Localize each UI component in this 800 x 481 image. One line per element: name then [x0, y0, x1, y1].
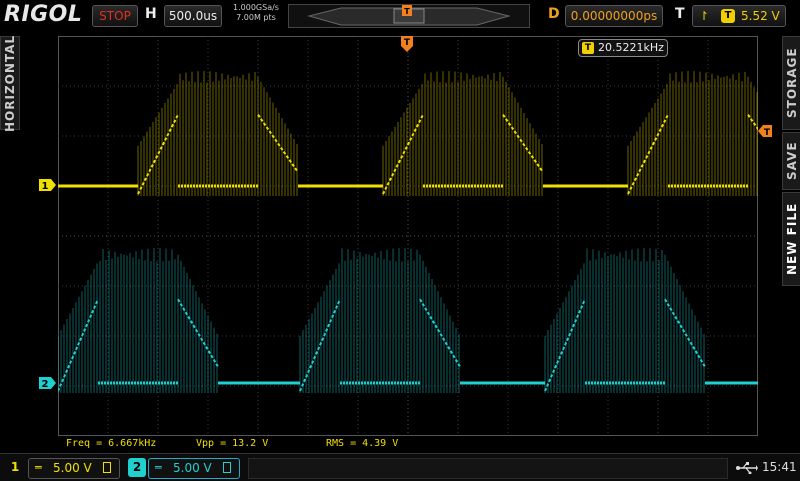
trigger-frequency: 20.5221kHz	[598, 41, 664, 54]
delay-value[interactable]: 0.00000000ps	[565, 5, 663, 27]
measurement-frequency: Freq = 6.667kHz	[66, 438, 157, 449]
channel-1-ground-marker[interactable]: 1	[38, 178, 56, 192]
new-file-menu-tab[interactable]: NEW FILE	[782, 192, 800, 286]
measurement-rms: RMS = 4.39 V	[326, 438, 399, 449]
memory-depth: 7.00M pts	[236, 13, 276, 22]
dc-coupling-icon: ═	[35, 461, 42, 474]
burst-envelope	[58, 248, 218, 393]
dc-coupling-icon: ═	[155, 461, 162, 474]
sample-rate: 1.000GSa/s	[233, 3, 279, 12]
channel-2-settings[interactable]: ═ 5.00 V	[148, 458, 240, 479]
horizontal-label: H	[145, 6, 157, 22]
channel-2-bandwidth-icon	[223, 462, 231, 473]
channel-1-scale: 5.00 V	[53, 461, 92, 475]
bottom-empty-area	[248, 458, 728, 479]
trigger-settings[interactable]: ↾ T 5.52 V	[692, 5, 786, 27]
trigger-position-marker[interactable]: T	[400, 36, 414, 52]
trigger-freq-badge: T	[582, 42, 594, 54]
channel-status-bar: 1 ═ 5.00 V 2 ═ 5.00 V 15:41	[0, 453, 800, 481]
delay-label: D	[548, 6, 560, 22]
channel-1-settings[interactable]: ═ 5.00 V	[28, 458, 120, 479]
burst-envelope	[137, 71, 298, 196]
trigger-source-badge: T	[721, 9, 735, 23]
svg-text:T: T	[764, 128, 771, 137]
rigol-logo: RIGOL	[4, 2, 83, 27]
svg-text:T: T	[404, 7, 410, 16]
measurement-vpp: Vpp = 13.2 V	[196, 438, 269, 449]
channel-2-number[interactable]: 2	[128, 458, 146, 477]
trigger-frequency-readout: T 20.5221kHz	[578, 39, 668, 57]
channel-1-number[interactable]: 1	[6, 458, 24, 477]
svg-text:T: T	[404, 38, 411, 48]
system-clock: 15:41	[762, 460, 797, 474]
channel-2-scale: 5.00 V	[173, 461, 212, 475]
burst-envelope	[544, 248, 705, 393]
trigger-level: 5.52 V	[741, 9, 780, 23]
storage-menu-tab[interactable]: STORAGE	[782, 36, 800, 130]
memory-bar-graphic: T	[307, 5, 511, 26]
acquisition-info: 1.000GSa/s 7.00M pts	[228, 3, 284, 23]
timebase-value[interactable]: 500.0us	[164, 5, 222, 27]
horizontal-menu-tab[interactable]: HORIZONTAL	[0, 34, 20, 132]
trigger-level-marker[interactable]: T	[758, 125, 774, 137]
burst-envelope	[299, 248, 460, 393]
waveform-display[interactable]	[58, 36, 758, 436]
burst-envelope	[382, 71, 543, 196]
measurement-bar: Freq = 6.667kHz Vpp = 13.2 V RMS = 4.39 …	[0, 437, 800, 453]
run-stop-status[interactable]: STOP	[92, 5, 138, 27]
channel-1-bandwidth-icon	[103, 462, 111, 473]
channel-2-ground-marker[interactable]: 2	[38, 376, 56, 390]
channel-1-waveform	[58, 71, 758, 196]
channel-2-waveform	[58, 248, 758, 393]
burst-envelope	[627, 71, 758, 196]
svg-text:1: 1	[42, 181, 49, 192]
trigger-label: T	[675, 6, 685, 22]
save-menu-tab[interactable]: SAVE	[782, 132, 800, 190]
svg-text:2: 2	[42, 379, 49, 390]
trigger-edge-icon: ↾	[699, 9, 710, 23]
usb-icon	[736, 462, 758, 474]
memory-position-bar[interactable]: T	[288, 4, 530, 28]
